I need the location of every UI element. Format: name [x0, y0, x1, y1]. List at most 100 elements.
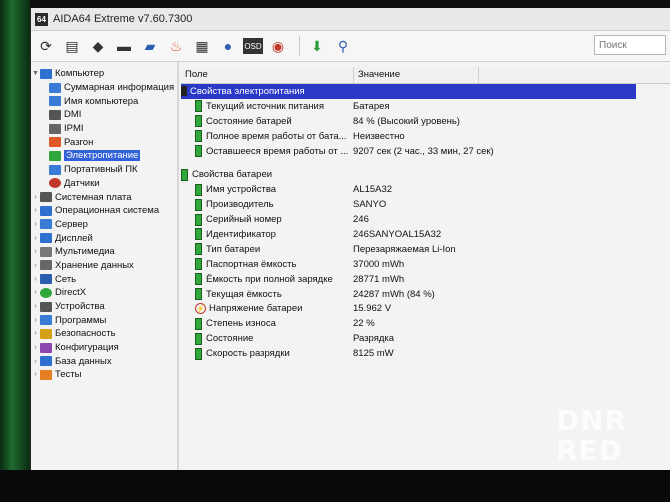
table-row[interactable]: Паспортная ёмкость 37000 mWh: [181, 257, 670, 272]
battery-icon: [195, 347, 202, 360]
title-bar: 64 AIDA64 Extreme v7.60.7300: [31, 8, 670, 31]
osd-icon[interactable]: OSD: [243, 38, 263, 54]
display-icon: [40, 233, 52, 244]
screen-bezel-bottom: [0, 470, 670, 502]
table-row[interactable]: Полное время работы от бата... Неизвестно: [181, 129, 670, 144]
table-row[interactable]: Производитель SANYO: [181, 197, 670, 212]
tree-item-computer-name[interactable]: Имя компьютера: [31, 94, 175, 108]
table-row[interactable]: ⚡ Напряжение батареи 15.962 V: [181, 301, 670, 316]
battery-icon: [195, 115, 202, 128]
battery-icon: [195, 198, 202, 211]
network-icon[interactable]: ▰: [139, 35, 161, 57]
tree-item-motherboard[interactable]: › Системная плата: [31, 190, 175, 204]
tree-item-software[interactable]: › Программы: [31, 313, 175, 327]
tree-item-overclock[interactable]: Разгон: [31, 135, 175, 149]
table-row[interactable]: Имя устройства AL15A32: [181, 182, 670, 197]
flame-icon: [49, 137, 61, 148]
battery-icon: [195, 213, 202, 226]
config-icon: [40, 342, 52, 353]
tree-item-summary[interactable]: Суммарная информация: [31, 81, 175, 95]
tree-item-dmi[interactable]: DMI: [31, 108, 175, 122]
chevron-right-icon[interactable]: ›: [31, 358, 40, 365]
motherboard-icon[interactable]: ◆: [87, 35, 109, 57]
chevron-right-icon[interactable]: ›: [31, 248, 40, 255]
chevron-right-icon[interactable]: ›: [31, 371, 40, 378]
refresh-icon[interactable]: ⟳: [35, 35, 57, 57]
table-row[interactable]: Серийный номер 246: [181, 212, 670, 227]
battery-icon: [195, 243, 202, 256]
chevron-right-icon[interactable]: ›: [31, 221, 40, 228]
flame-icon[interactable]: ♨: [165, 35, 187, 57]
tree-item-power[interactable]: Электропитание: [31, 149, 175, 163]
tree-item-display[interactable]: › Дисплей: [31, 231, 175, 245]
table-row[interactable]: Идентификатор 246SANYOAL15A32: [181, 227, 670, 242]
gauge-icon[interactable]: ◉: [267, 35, 289, 57]
software-icon: [40, 315, 52, 326]
pane-splitter[interactable]: [177, 61, 179, 470]
cpu-icon[interactable]: ▦: [191, 35, 213, 57]
tree-item-os[interactable]: › Операционная система: [31, 204, 175, 218]
chevron-right-icon[interactable]: ›: [31, 317, 40, 324]
summary-icon: [49, 82, 61, 93]
chevron-right-icon[interactable]: ›: [31, 262, 40, 269]
watermark-line2: RED: [556, 434, 623, 467]
tree-item-security[interactable]: › Безопасность: [31, 327, 175, 341]
storage-icon: [40, 260, 52, 271]
battery-icon: [181, 86, 187, 97]
windows-icon: [40, 205, 52, 216]
table-row[interactable]: Состояние Разрядка: [181, 331, 670, 346]
tree-item-config[interactable]: › Конфигурация: [31, 341, 175, 355]
tree-item-multimedia[interactable]: › Мультимедиа: [31, 245, 175, 259]
chevron-right-icon[interactable]: ›: [31, 289, 40, 296]
motherboard-icon: [40, 192, 52, 203]
tree-item-server[interactable]: › Сервер: [31, 218, 175, 232]
download-icon[interactable]: ⬇: [306, 35, 328, 57]
column-header-value[interactable]: Значение: [354, 67, 479, 83]
tree-item-sensors[interactable]: Датчики: [31, 177, 175, 191]
devices-icon: [40, 301, 52, 312]
watermark-line1: DNR: [556, 404, 628, 437]
chevron-right-icon[interactable]: ›: [31, 330, 40, 337]
computer-icon: [40, 68, 52, 79]
ipmi-icon: [49, 123, 61, 134]
tree-item-network[interactable]: › Сеть: [31, 272, 175, 286]
chevron-right-icon[interactable]: ›: [31, 276, 40, 283]
section-header-battery[interactable]: Свойства батареи: [181, 167, 670, 182]
table-row[interactable]: Состояние батарей 84 % (Высокий уровень): [181, 114, 670, 129]
search-input[interactable]: [594, 35, 666, 55]
table-row[interactable]: Текущий источник питания Батарея: [181, 99, 670, 114]
report-icon[interactable]: ▤: [61, 35, 83, 57]
search-icon[interactable]: ⚲: [332, 35, 354, 57]
tree-item-ipmi[interactable]: IPMI: [31, 122, 175, 136]
battery-icon: [195, 258, 202, 271]
directx-icon: [40, 287, 52, 298]
tree-item-computer[interactable]: ▼ Компьютер: [31, 67, 175, 81]
battery-icon: [181, 168, 188, 181]
tree-item-directx[interactable]: › DirectX: [31, 286, 175, 300]
navigation-tree: ▼ Компьютер Суммарная информация Имя комп…: [31, 67, 175, 470]
battery-icon: [195, 100, 202, 113]
table-row[interactable]: Ёмкость при полной зарядке 28771 mWh: [181, 272, 670, 287]
laptop-icon: [49, 164, 61, 175]
chevron-right-icon[interactable]: ›: [31, 207, 40, 214]
table-row[interactable]: Оставшееся время работы от ... 9207 сек (…: [181, 144, 670, 159]
table-row[interactable]: Тип батареи Перезаряжаемая Li-Ion: [181, 242, 670, 257]
tree-item-database[interactable]: › База данных: [31, 354, 175, 368]
chevron-right-icon[interactable]: ›: [31, 235, 40, 242]
chevron-down-icon[interactable]: ▼: [31, 70, 40, 77]
table-row[interactable]: Скорость разрядки 8125 mW: [181, 346, 670, 361]
user-icon[interactable]: ●: [217, 35, 239, 57]
table-row[interactable]: Степень износа 22 %: [181, 316, 670, 331]
column-header-field[interactable]: Поле: [181, 67, 354, 83]
table-row[interactable]: Текущая ёмкость 24287 mWh (84 %): [181, 287, 670, 302]
chevron-right-icon[interactable]: ›: [31, 303, 40, 310]
chevron-right-icon[interactable]: ›: [31, 344, 40, 351]
tree-item-tests[interactable]: › Тесты: [31, 368, 175, 382]
monitor-icon[interactable]: ▬: [113, 35, 135, 57]
tree-item-storage[interactable]: › Хранение данных: [31, 259, 175, 273]
section-header-power[interactable]: Свойства электропитания: [181, 84, 636, 99]
chevron-right-icon[interactable]: ›: [31, 194, 40, 201]
network-icon: [40, 274, 52, 285]
tree-item-devices[interactable]: › Устройства: [31, 300, 175, 314]
tree-item-portable[interactable]: Портативный ПК: [31, 163, 175, 177]
